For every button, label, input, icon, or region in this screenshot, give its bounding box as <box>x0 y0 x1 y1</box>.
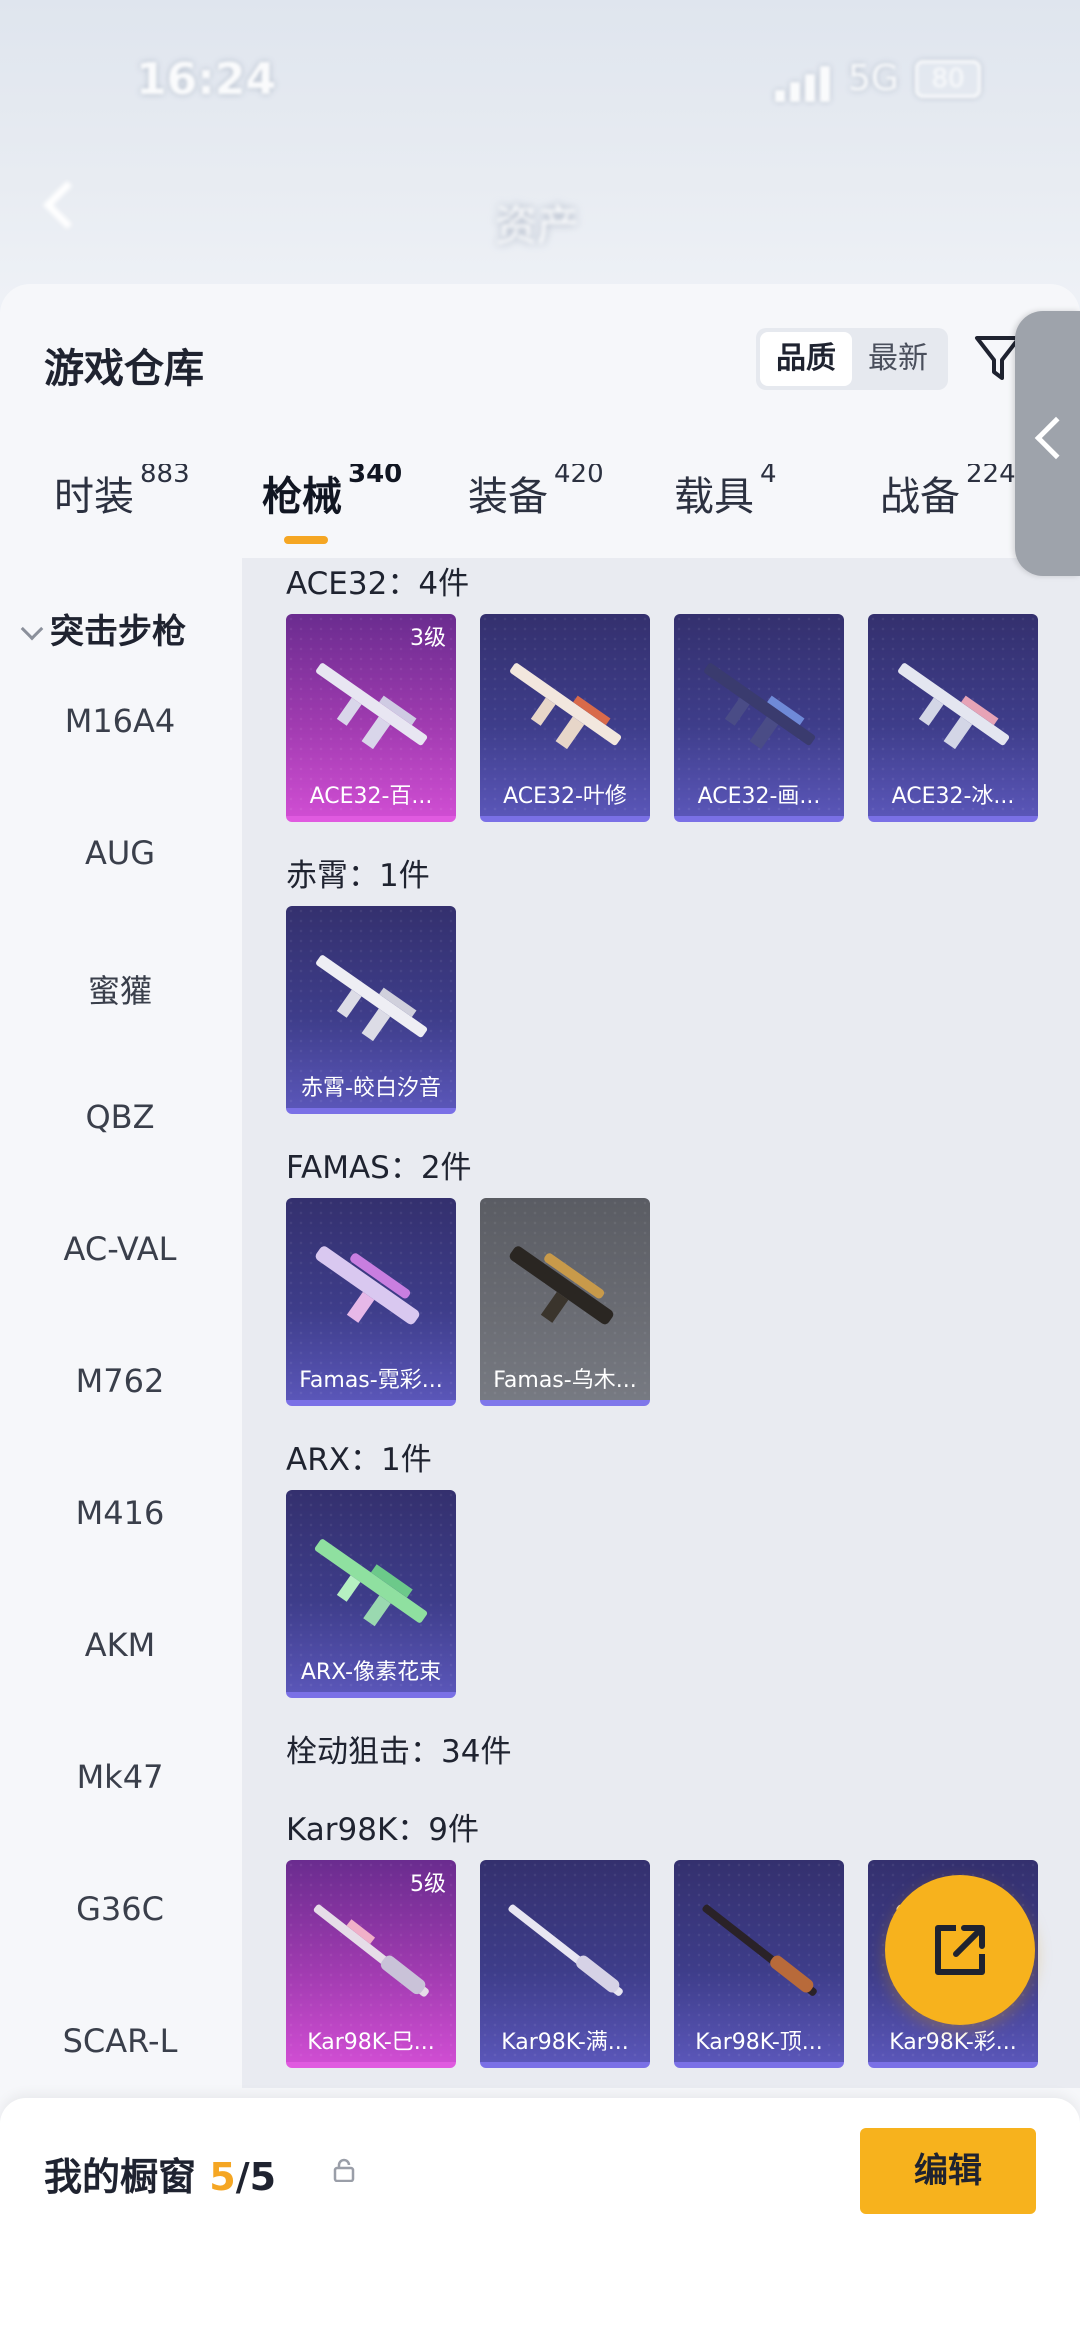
nav-item-m762[interactable]: M762 <box>0 1362 240 1400</box>
card-name: ACE32-画... <box>697 784 821 809</box>
weapon-card[interactable]: 赤霄-皎白汐音 <box>286 906 456 1114</box>
section-label: 栓动狙击：34件 <box>286 1734 512 1770</box>
weapon-card[interactable]: ACE32-叶修 <box>480 614 650 822</box>
showcase-count-total: 5 <box>249 2155 277 2199</box>
showcase-bar: 我的橱窗 5/5 编辑 <box>0 2098 1080 2341</box>
tab-supplies[interactable]: 战备224 <box>880 464 1016 522</box>
nav-item-akm[interactable]: AKM <box>0 1626 240 1664</box>
nav-group-assault-rifle[interactable]: 突击步枪 <box>18 604 186 653</box>
sort-toggle: 品质 最新 <box>756 328 948 390</box>
weapon-list: ACE32：4件 3级 ACE32-百... ACE32-叶修 ACE32-画.… <box>242 558 1080 2088</box>
tab-equipment[interactable]: 装备420 <box>468 464 604 522</box>
rifle-icon <box>313 1904 429 1997</box>
section-label: Kar98K：9件 <box>286 1812 480 1848</box>
edit-button[interactable]: 编辑 <box>860 2128 1036 2214</box>
sort-quality-button[interactable]: 品质 <box>760 332 852 386</box>
rifle-icon <box>702 1904 817 1996</box>
weapon-card[interactable]: ACE32-画... <box>674 614 844 822</box>
category-tabs: 时装883 枪械340 装备420 载具4 战备224 <box>0 464 1080 554</box>
signal-icon <box>775 62 835 102</box>
card-name: Kar98K-顶... <box>695 2030 823 2055</box>
nav-item-g36c[interactable]: G36C <box>0 1890 240 1928</box>
nav-item-m416[interactable]: M416 <box>0 1494 240 1532</box>
rifle-icon <box>316 663 428 750</box>
share-button[interactable] <box>885 1875 1035 2025</box>
card-name: ACE32-冰... <box>891 784 1015 809</box>
showcase-count-current: 5 <box>209 2155 236 2199</box>
rifle-icon <box>508 1904 623 1996</box>
card-name: ACE32-百... <box>309 784 433 809</box>
nav-item-honey-badger[interactable]: 蜜獾 <box>0 966 240 1012</box>
battery-icon: 80 <box>915 60 981 98</box>
card-name: ACE32-叶修 <box>503 784 627 809</box>
weapon-card[interactable]: Kar98K-满... <box>480 1860 650 2068</box>
top-header: 16:24 5G 80 资产 <box>0 0 1080 300</box>
status-time: 16:24 <box>136 54 277 105</box>
sheet-title: 游戏仓库 <box>44 346 204 392</box>
weapon-card[interactable]: 3级 ACE32-百... <box>286 614 456 822</box>
nav-item-ac-val[interactable]: AC-VAL <box>0 1230 240 1268</box>
rifle-icon <box>314 1539 428 1627</box>
card-name: Kar98K-彩... <box>889 2030 1017 2055</box>
card-name: Kar98K-满... <box>501 2030 629 2055</box>
external-link-icon <box>935 1925 985 1975</box>
section-label: FAMAS：2件 <box>286 1150 472 1186</box>
card-name: Famas-乌木... <box>493 1368 637 1393</box>
section-label: 赤霄：1件 <box>286 858 430 894</box>
nav-item-aug[interactable]: AUG <box>0 834 240 872</box>
nav-item-scar-l[interactable]: SCAR-L <box>0 2022 240 2060</box>
rifle-icon <box>316 955 428 1042</box>
weapon-card[interactable]: Kar98K-顶... <box>674 1860 844 2068</box>
rifle-icon <box>898 663 1010 750</box>
chevron-down-icon <box>20 617 44 641</box>
nav-title: 资产 <box>495 201 580 250</box>
showcase-title: 我的橱窗 5/5 <box>44 2155 277 2199</box>
nav-bar: 资产 <box>40 110 1040 260</box>
tab-vehicles[interactable]: 载具4 <box>674 464 777 522</box>
network-type: 5G <box>848 58 899 99</box>
rifle-icon <box>510 663 622 750</box>
section-label: ACE32：4件 <box>286 566 470 602</box>
sort-latest-button[interactable]: 最新 <box>852 332 944 386</box>
tab-weapons[interactable]: 枪械340 <box>262 464 402 544</box>
nav-item-m16a4[interactable]: M16A4 <box>0 702 240 740</box>
back-icon[interactable] <box>42 180 92 230</box>
card-name: Famas-霓彩... <box>299 1368 443 1393</box>
lock-icon <box>333 2158 355 2182</box>
rifle-icon <box>315 1246 420 1325</box>
rifle-icon <box>704 663 816 750</box>
weapon-card[interactable]: ARX-像素花束 <box>286 1490 456 1698</box>
weapon-card[interactable]: Famas-乌木... <box>480 1198 650 1406</box>
weapon-card[interactable]: ACE32-冰... <box>868 614 1038 822</box>
chevron-left-icon <box>1034 416 1078 460</box>
card-name: Kar98K-巳... <box>307 2030 435 2055</box>
nav-item-qbz[interactable]: QBZ <box>0 1098 240 1136</box>
tab-fashion[interactable]: 时装883 <box>54 464 190 522</box>
nav-item-mk47[interactable]: Mk47 <box>0 1758 240 1796</box>
active-tab-indicator <box>284 536 328 544</box>
collapse-handle[interactable] <box>1015 311 1080 576</box>
status-bar: 16:24 5G 80 <box>0 40 1080 120</box>
warehouse-sheet: 游戏仓库 品质 最新 时装883 枪械340 装备420 载具4 战备224 突… <box>0 284 1080 2341</box>
weapon-card[interactable]: Famas-霓彩... <box>286 1198 456 1406</box>
weapon-type-nav: 突击步枪 M16A4 AUG 蜜獾 QBZ AC-VAL M762 M416 A… <box>0 574 240 2084</box>
section-label: ARX：1件 <box>286 1442 432 1478</box>
card-name: 赤霄-皎白汐音 <box>301 1076 441 1101</box>
weapon-card[interactable]: 5级 Kar98K-巳... <box>286 1860 456 2068</box>
card-name: ARX-像素花束 <box>300 1660 442 1685</box>
rifle-icon <box>509 1246 614 1325</box>
